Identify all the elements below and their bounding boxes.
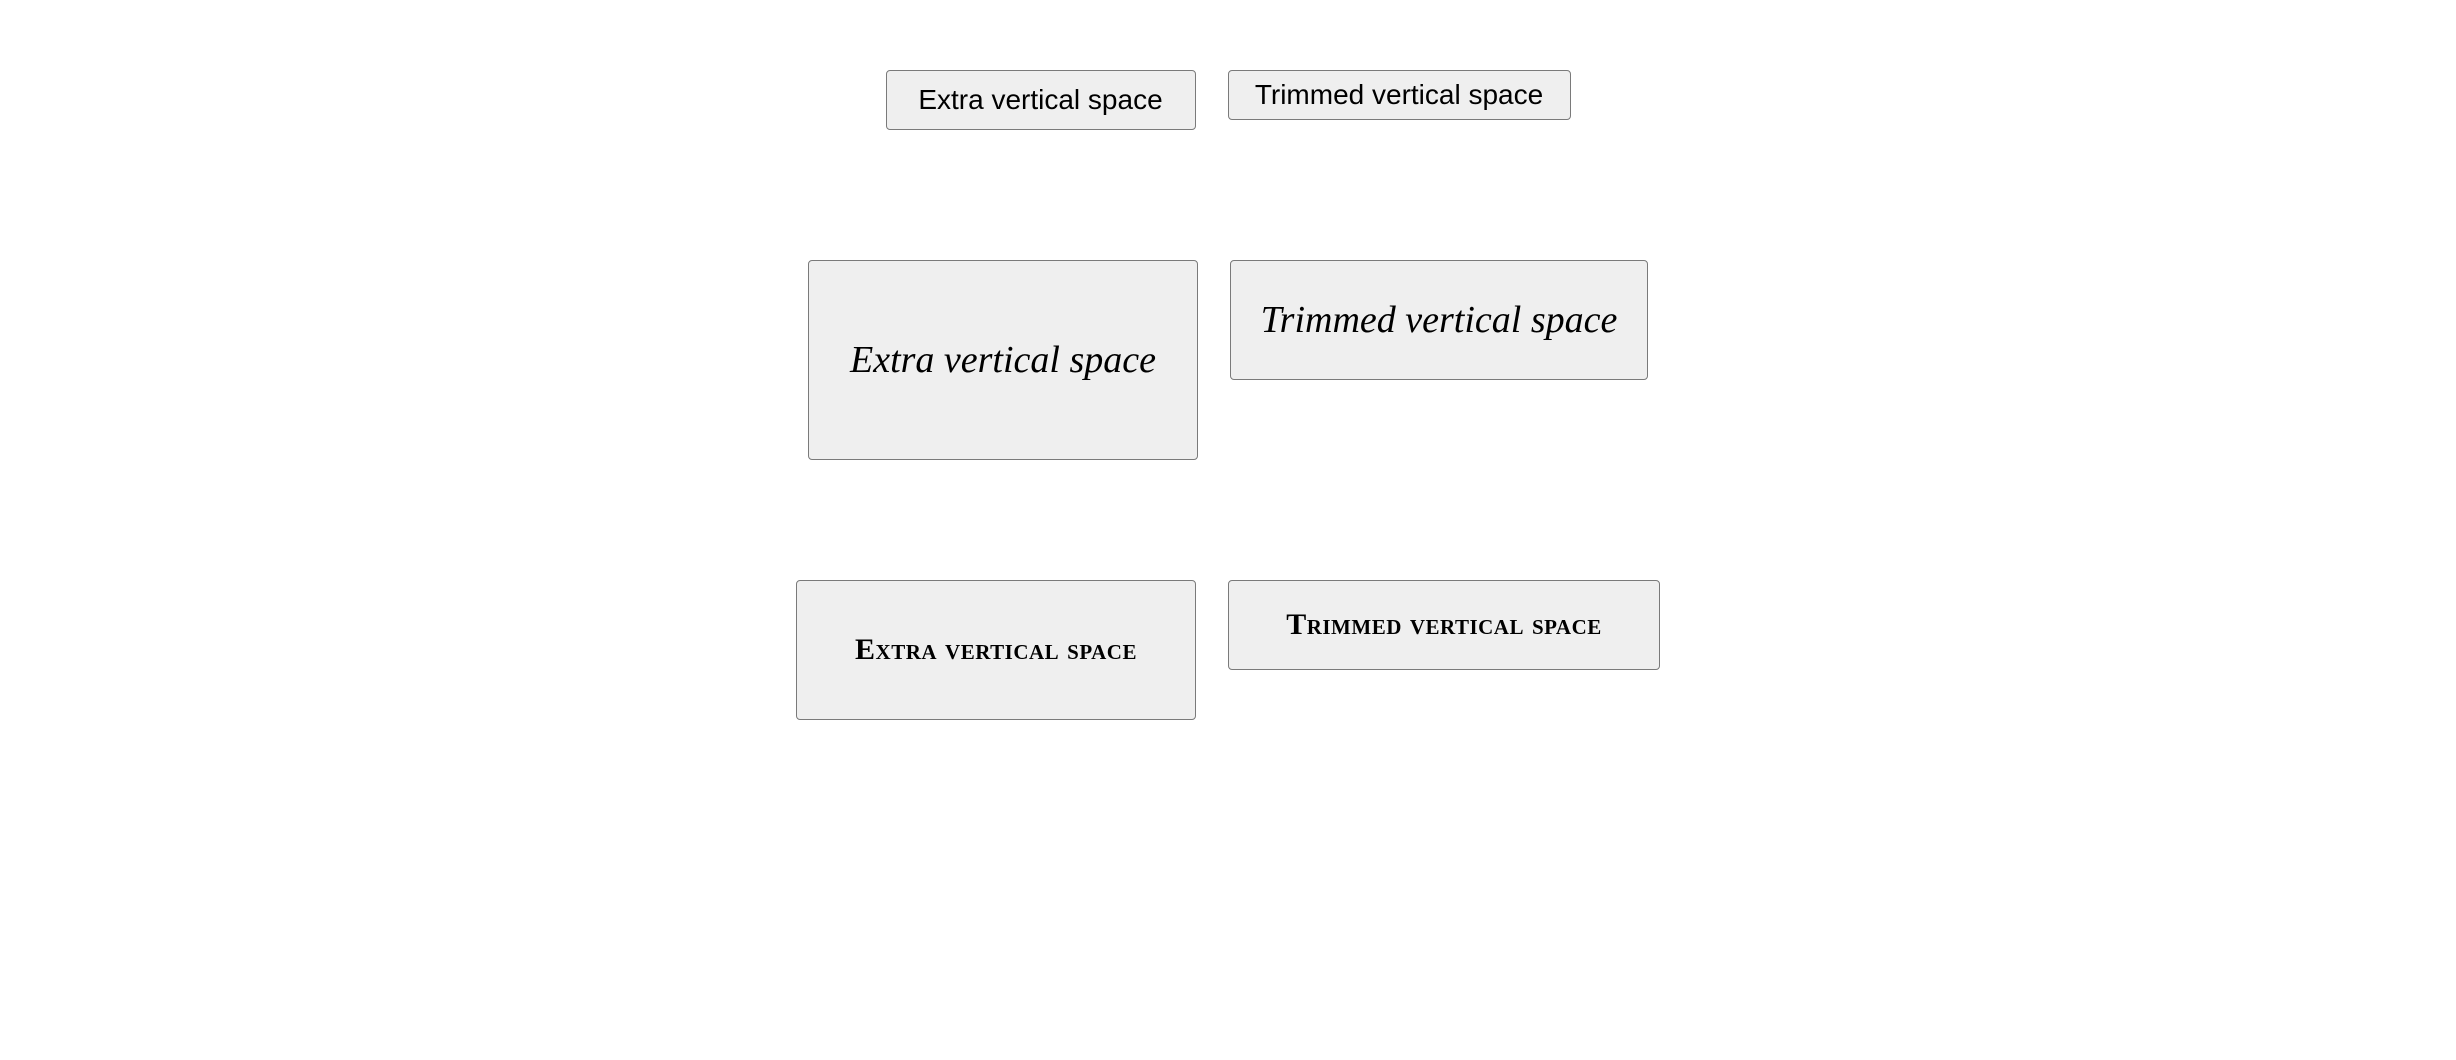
box-trimmed-sans: Trimmed vertical space (1228, 70, 1571, 120)
box-extra-handwritten: Extra vertical space (796, 580, 1196, 720)
row-handwritten: Extra vertical space Trimmed vertical sp… (796, 580, 1660, 720)
row-sans-serif: Extra vertical space Trimmed vertical sp… (886, 70, 1571, 130)
row-script: Extra vertical space Trimmed vertical sp… (808, 260, 1648, 460)
box-extra-sans: Extra vertical space (886, 70, 1196, 130)
box-trimmed-handwritten: Trimmed vertical space (1228, 580, 1660, 670)
box-trimmed-script: Trimmed vertical space (1230, 260, 1648, 380)
box-extra-script: Extra vertical space (808, 260, 1198, 460)
demo-page: Extra vertical space Trimmed vertical sp… (0, 0, 2456, 1060)
